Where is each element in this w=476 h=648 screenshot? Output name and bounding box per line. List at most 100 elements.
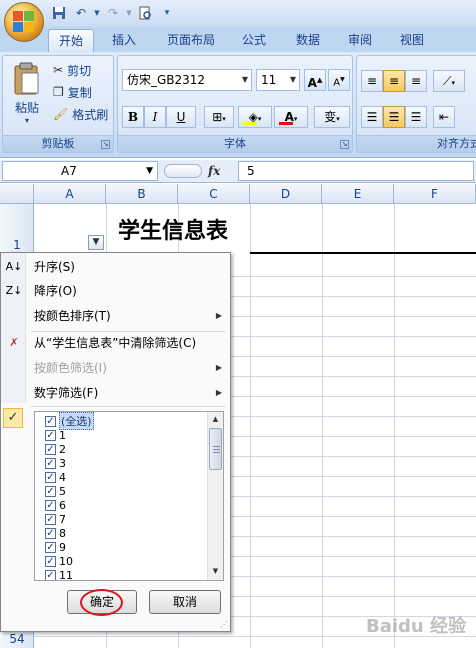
clipboard-launcher-icon[interactable]: ↘ xyxy=(101,140,110,149)
format-painter-label: 格式刷 xyxy=(72,107,109,122)
underline-button[interactable]: U xyxy=(166,106,196,128)
tab-view[interactable]: 视图 xyxy=(392,29,432,52)
column-header-b[interactable]: B xyxy=(106,184,178,204)
checkbox-checked-icon[interactable]: ✓ xyxy=(45,485,56,497)
insert-function-icon[interactable]: fx xyxy=(208,164,220,178)
list-item[interactable]: ✓ 6 xyxy=(45,498,66,512)
phonetic-button[interactable]: 变▾ xyxy=(314,106,350,128)
customize-qat-icon[interactable]: ▾ xyxy=(158,4,176,22)
tab-formulas[interactable]: 公式 xyxy=(234,29,274,52)
orientation-button[interactable]: ⟋▾ xyxy=(433,70,465,92)
fill-color-button[interactable]: ◈▾ xyxy=(238,106,272,128)
sort-descending-item[interactable]: Z↓ 降序(O) xyxy=(1,279,230,303)
clear-filter-item[interactable]: ✗ 从“学生信息表”中清除筛选(C) xyxy=(1,331,230,355)
checkbox-checked-icon[interactable]: ✓ xyxy=(45,457,56,469)
print-preview-icon[interactable] xyxy=(136,4,154,22)
name-box-splitter[interactable] xyxy=(164,164,202,178)
grow-font-button[interactable]: A▲ xyxy=(304,69,326,91)
checkbox-checked-icon[interactable]: ✓ xyxy=(45,415,56,427)
checkbox-checked-icon[interactable]: ✓ xyxy=(45,513,56,525)
checkbox-checked-icon[interactable]: ✓ xyxy=(45,471,56,483)
select-all-corner[interactable] xyxy=(0,184,34,204)
checkbox-checked-icon[interactable]: ✓ xyxy=(45,541,56,553)
cut-button[interactable]: ✂ 剪切 xyxy=(53,60,91,80)
checkbox-checked-icon[interactable]: ✓ xyxy=(45,429,56,441)
font-group-label: 字体 xyxy=(118,135,352,152)
align-bottom-button[interactable]: ≡ xyxy=(405,70,427,92)
font-name-combo[interactable]: 仿宋_GB2312 ▼ xyxy=(122,69,252,91)
list-item-select-all[interactable]: ✓ (全选) xyxy=(45,412,94,430)
column-header-a[interactable]: A xyxy=(34,184,106,204)
font-launcher-icon[interactable]: ↘ xyxy=(340,140,349,149)
align-center-button[interactable]: ☰ xyxy=(383,106,405,128)
cancel-button[interactable]: 取消 xyxy=(149,590,221,614)
checkbox-checked-icon[interactable]: ✓ xyxy=(45,499,56,511)
align-left-button[interactable]: ☰ xyxy=(361,106,383,128)
tab-insert[interactable]: 插入 xyxy=(104,29,144,52)
name-box[interactable]: A7 ▼ xyxy=(2,161,158,181)
redo-icon[interactable]: ↷ xyxy=(104,4,122,22)
filter-value-list[interactable]: ✓ (全选) ✓ 1 ✓ 2 ✓ 3 ✓ 4 ✓ 5 ✓ 6 ✓ 7 ✓ 8 ✓… xyxy=(34,411,224,581)
redo-dropdown-icon[interactable]: ▼ xyxy=(126,4,132,22)
align-top-button[interactable]: ≡ xyxy=(361,70,383,92)
font-size-combo[interactable]: 11 ▼ xyxy=(256,69,300,91)
font-name-value: 仿宋_GB2312 xyxy=(127,73,206,87)
checkbox-checked-icon[interactable]: ✓ xyxy=(45,527,56,539)
number-filters-item[interactable]: 数字筛选(F) ▶ xyxy=(1,381,230,405)
scroll-thumb[interactable] xyxy=(209,428,222,470)
row-header-1[interactable]: 1 xyxy=(0,238,34,252)
list-item[interactable]: ✓ 9 xyxy=(45,540,66,554)
checkbox-checked-icon[interactable]: ✓ xyxy=(45,555,56,567)
list-item[interactable]: ✓ 4 xyxy=(45,470,66,484)
checkbox-checked-icon[interactable]: ✓ xyxy=(45,569,56,580)
list-item[interactable]: ✓ 10 xyxy=(45,554,73,568)
tab-page-layout[interactable]: 页面布局 xyxy=(160,29,222,52)
list-item[interactable]: ✓ 2 xyxy=(45,442,66,456)
list-item[interactable]: ✓ 5 xyxy=(45,484,66,498)
paste-button[interactable]: 粘贴 ▾ xyxy=(7,60,47,132)
format-painter-button[interactable]: 🖌 格式刷 xyxy=(53,104,108,124)
sort-by-color-item[interactable]: 按颜色排序(T) ▶ xyxy=(1,304,230,328)
tab-home[interactable]: 开始 xyxy=(48,29,94,52)
undo-icon[interactable]: ↶ xyxy=(72,4,90,22)
column-header-f[interactable]: F xyxy=(394,184,476,204)
column-header-c[interactable]: C xyxy=(178,184,250,204)
save-icon[interactable] xyxy=(50,4,68,22)
tab-review[interactable]: 审阅 xyxy=(340,29,380,52)
autofilter-button[interactable]: ▼ xyxy=(88,235,104,250)
column-header-d[interactable]: D xyxy=(250,184,322,204)
formula-input[interactable]: 5 xyxy=(238,161,474,181)
list-item[interactable]: ✓ 1 xyxy=(45,428,66,442)
list-item[interactable]: ✓ 11 xyxy=(45,568,73,580)
bold-button[interactable]: B xyxy=(122,106,144,128)
copy-button[interactable]: ❐ 复制 xyxy=(53,82,92,102)
font-group: 仿宋_GB2312 ▼ 11 ▼ A▲ A▼ B I U ⊞▾ ◈▾ A▾ 变▾… xyxy=(117,55,353,153)
list-item[interactable]: ✓ 3 xyxy=(45,456,66,470)
clipboard-group: 粘贴 ▾ ✂ 剪切 ❐ 复制 🖌 格式刷 剪贴板 ↘ xyxy=(2,55,114,153)
resize-grip-icon[interactable]: ⋰ xyxy=(220,620,228,629)
align-middle-button[interactable]: ≡ xyxy=(383,70,405,92)
list-item[interactable]: ✓ 7 xyxy=(45,512,66,526)
sort-ascending-item[interactable]: A↓ 升序(S) xyxy=(1,255,230,279)
list-item[interactable]: ✓ 8 xyxy=(45,526,66,540)
copy-icon: ❐ xyxy=(53,85,64,99)
paste-dropdown-icon: ▾ xyxy=(24,116,29,125)
align-right-button[interactable]: ☰ xyxy=(405,106,427,128)
undo-dropdown-icon[interactable]: ▼ xyxy=(94,4,100,22)
scroll-up-icon[interactable]: ▲ xyxy=(208,412,223,427)
decrease-indent-button[interactable]: ⇤ xyxy=(433,106,455,128)
sort-ascending-icon: A↓ xyxy=(5,260,23,273)
borders-button[interactable]: ⊞▾ xyxy=(204,106,234,128)
shrink-font-button[interactable]: A▼ xyxy=(328,69,350,91)
chevron-down-icon: ▼ xyxy=(241,75,248,84)
italic-button[interactable]: I xyxy=(144,106,166,128)
alignment-group: ≡ ≡ ≡ ⟋▾ ☰ ☰ ☰ ⇤ 对齐方式 xyxy=(356,55,476,153)
tab-data[interactable]: 数据 xyxy=(288,29,328,52)
scroll-down-icon[interactable]: ▼ xyxy=(208,564,223,579)
font-color-button[interactable]: A▾ xyxy=(274,106,308,128)
list-scrollbar[interactable]: ▲ ▼ xyxy=(207,412,223,580)
column-header-e[interactable]: E xyxy=(322,184,394,204)
checkbox-checked-icon[interactable]: ✓ xyxy=(45,443,56,455)
office-button[interactable] xyxy=(4,2,44,42)
row-header-54[interactable]: 54 xyxy=(0,632,34,646)
